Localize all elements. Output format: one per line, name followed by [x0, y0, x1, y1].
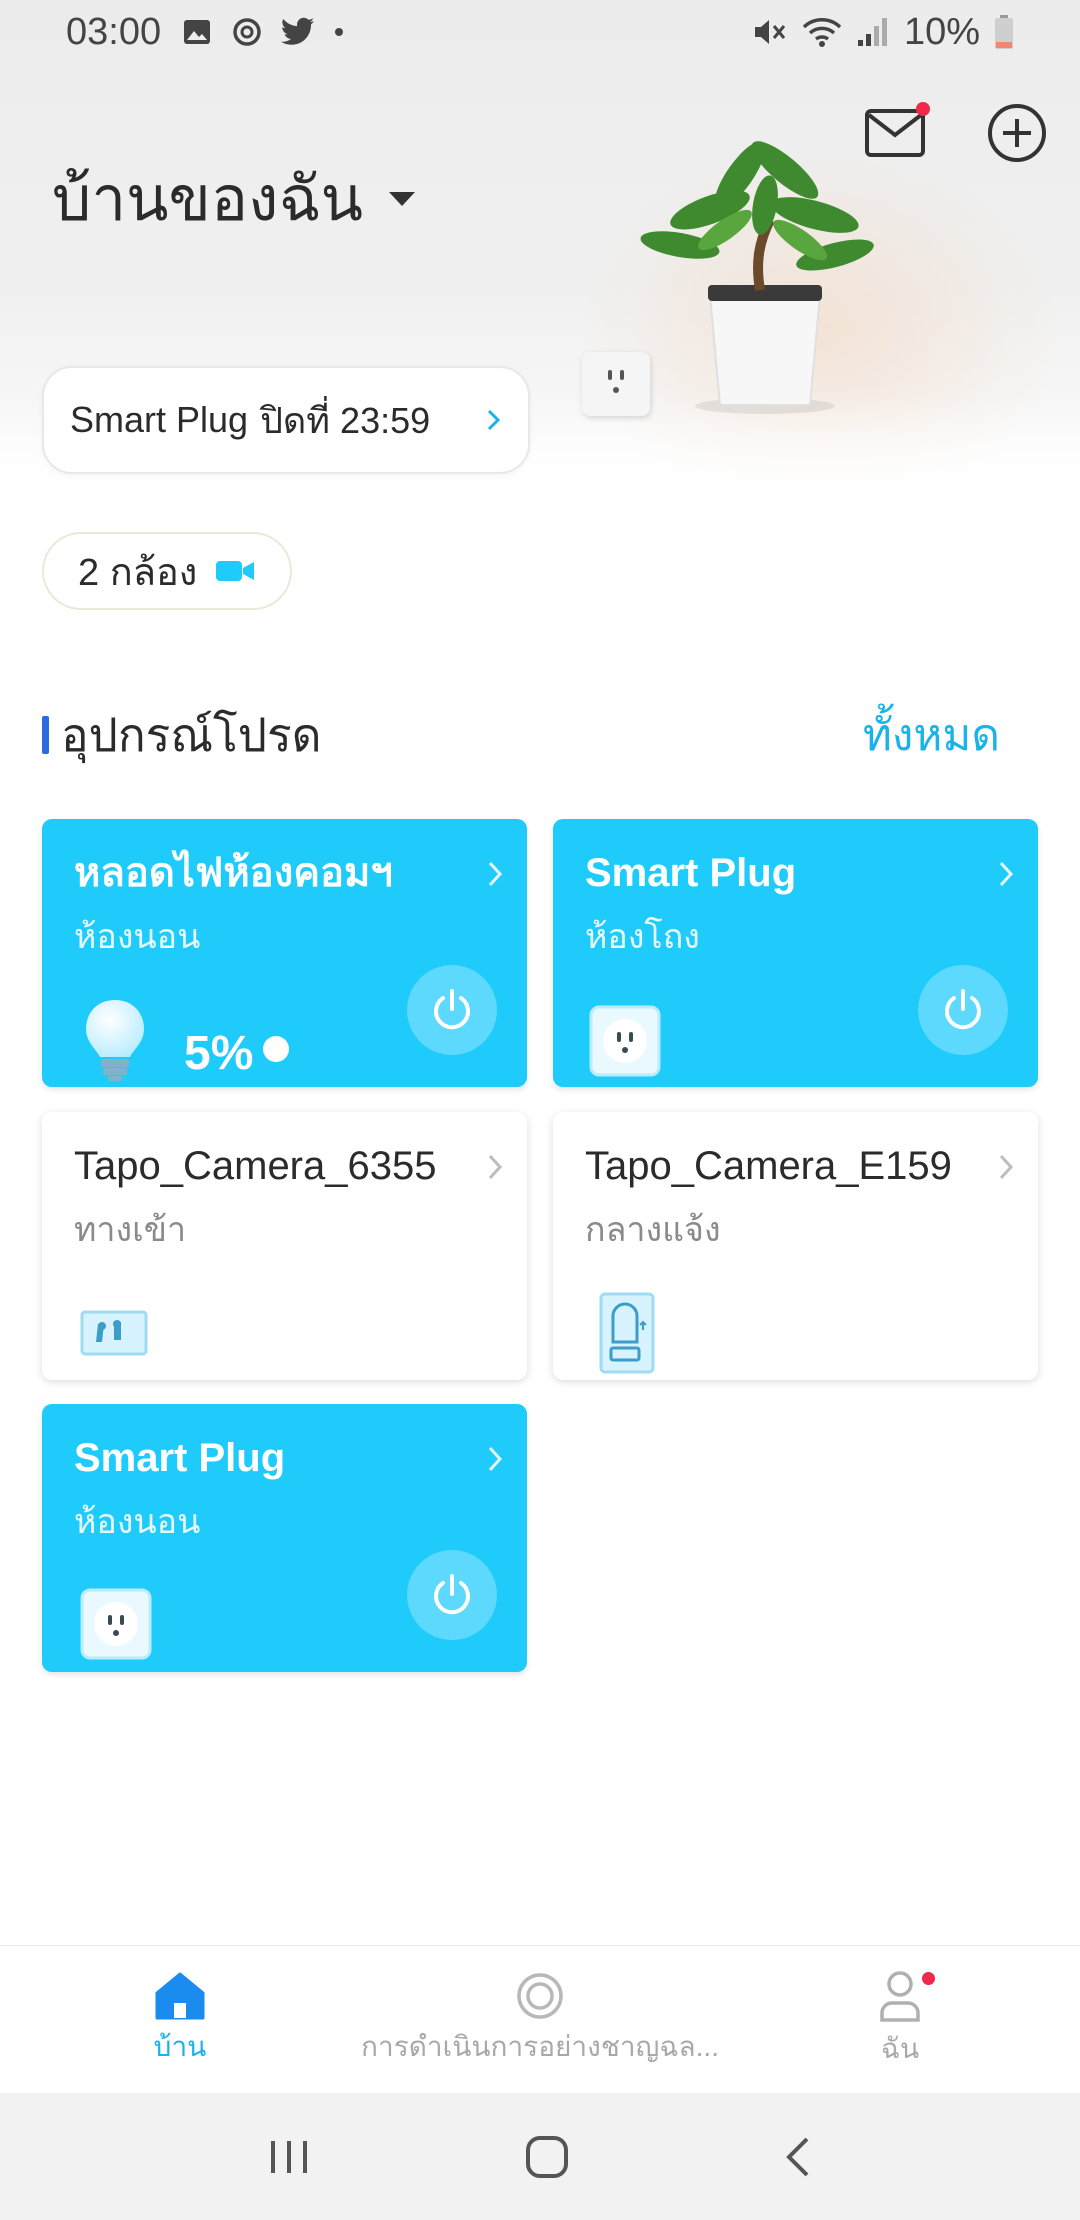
device-card-plug-hall[interactable]: Smart Plug ห้องโถง: [553, 819, 1038, 1087]
video-camera-icon: [216, 561, 255, 581]
system-status: 10%: [752, 11, 1014, 54]
chevron-right-icon: [487, 409, 501, 431]
device-room: ห้องโถง: [585, 918, 700, 956]
home-name: บ้านของฉัน: [52, 165, 364, 234]
device-name: หลอดไฟห้องคอมฯ: [74, 851, 393, 895]
header-actions: [862, 100, 1050, 166]
home-icon: [155, 1972, 205, 2019]
schedule-device: Smart Plug: [70, 399, 249, 440]
notification-icons: [181, 16, 345, 48]
device-card-camera-6355[interactable]: Tapo_Camera_6355 ทางเข้า: [42, 1112, 527, 1380]
wifi-icon: [802, 18, 842, 47]
device-card-bulb[interactable]: หลอดไฟห้องคอมฯ ห้องนอน 5%: [42, 819, 527, 1087]
device-name: Tapo_Camera_6355: [74, 1144, 437, 1188]
device-name: Smart Plug: [74, 1436, 286, 1480]
home-selector[interactable]: บ้านของฉัน: [52, 150, 416, 248]
cameras-label: 2 กล้อง: [78, 551, 198, 594]
add-device-button[interactable]: [984, 100, 1050, 166]
nav-home-label: บ้าน: [153, 2030, 207, 2062]
signal-icon: [857, 18, 887, 46]
see-all-link[interactable]: ทั้งหมด: [863, 700, 1000, 770]
plug-icon: [80, 1588, 152, 1660]
door-camera-icon: [599, 1292, 655, 1374]
profile-icon: [880, 1970, 920, 2022]
status-time: 03:00: [66, 10, 162, 53]
battery-percent: 10%: [903, 10, 980, 53]
add-icon: [988, 104, 1046, 162]
chevron-right-icon: [488, 1446, 503, 1472]
dot-icon: [335, 28, 344, 36]
chevron-right-icon: [999, 1154, 1014, 1180]
nav-smart-actions[interactable]: การดำเนินการอย่างชาญฉล...: [360, 1946, 720, 2093]
recent-apps-icon[interactable]: [267, 2137, 311, 2177]
power-button[interactable]: [407, 1550, 497, 1640]
messages-button[interactable]: [862, 100, 930, 166]
device-card-camera-e159[interactable]: Tapo_Camera_E159 กลางแจ้ง: [553, 1112, 1038, 1380]
brightness-dot: [263, 1035, 290, 1062]
nav-me-label: ฉัน: [880, 2032, 920, 2064]
device-name: Smart Plug: [585, 851, 797, 895]
battery-icon: [995, 15, 1013, 49]
power-icon: [434, 1574, 470, 1615]
favorites-title: อุปกรณ์โปรด: [61, 708, 322, 761]
unread-badge: [916, 102, 930, 116]
profile-badge: [922, 1972, 935, 1985]
schedule-text: ปิดที่ 23:59: [260, 399, 431, 441]
chevron-right-icon: [488, 1154, 503, 1180]
messages-icon: [865, 109, 925, 157]
brightness-value: 5%: [184, 1027, 254, 1080]
plant-illustration: [640, 141, 874, 414]
power-button[interactable]: [918, 965, 1008, 1055]
device-room: ทางเข้า: [74, 1211, 187, 1249]
power-button[interactable]: [407, 965, 497, 1055]
nav-me[interactable]: ฉัน: [720, 1946, 1080, 2093]
plug-icon: [589, 1005, 661, 1077]
bottom-navigation: บ้าน การดำเนินการอย่างชาญฉล... ฉัน: [0, 1945, 1080, 2093]
system-navigation-bar: [0, 2093, 1080, 2220]
bulb-icon: [86, 1000, 144, 1081]
mute-icon: [754, 20, 786, 44]
back-icon[interactable]: [783, 2135, 813, 2179]
schedule-pill[interactable]: Smart Plug ปิดที่ 23:59: [42, 366, 530, 474]
section-accent-bar: [42, 716, 49, 754]
twitter-icon: [281, 17, 315, 45]
chevron-right-icon: [488, 861, 503, 887]
favorites-header: อุปกรณ์โปรด ทั้งหมด: [42, 705, 1042, 765]
device-room: กลางแจ้ง: [585, 1211, 721, 1249]
power-icon: [434, 989, 470, 1030]
device-room: ห้องนอน: [74, 918, 201, 956]
nav-home[interactable]: บ้าน: [0, 1946, 360, 2093]
nav-smart-actions-label: การดำเนินการอย่างชาญฉล...: [361, 2030, 719, 2062]
gallery-icon: [184, 20, 211, 44]
device-card-plug-bedroom[interactable]: Smart Plug ห้องนอน: [42, 1404, 527, 1672]
cameras-pill[interactable]: 2 กล้อง: [42, 532, 292, 610]
status-bar: 03:00 10%: [0, 0, 1080, 64]
camera-thumbnail-icon: [80, 1310, 148, 1356]
wall-plug-illustration: [582, 352, 650, 416]
brightness-indicator: 5%: [184, 1026, 290, 1081]
sync-icon: [233, 18, 261, 46]
smart-actions-icon: [517, 1972, 563, 2019]
device-name: Tapo_Camera_E159: [585, 1144, 952, 1188]
power-icon: [945, 989, 981, 1030]
chevron-right-icon: [999, 861, 1014, 887]
device-room: ห้องนอน: [74, 1503, 201, 1541]
dropdown-caret-icon: [389, 192, 416, 206]
home-button-icon[interactable]: [525, 2135, 569, 2179]
